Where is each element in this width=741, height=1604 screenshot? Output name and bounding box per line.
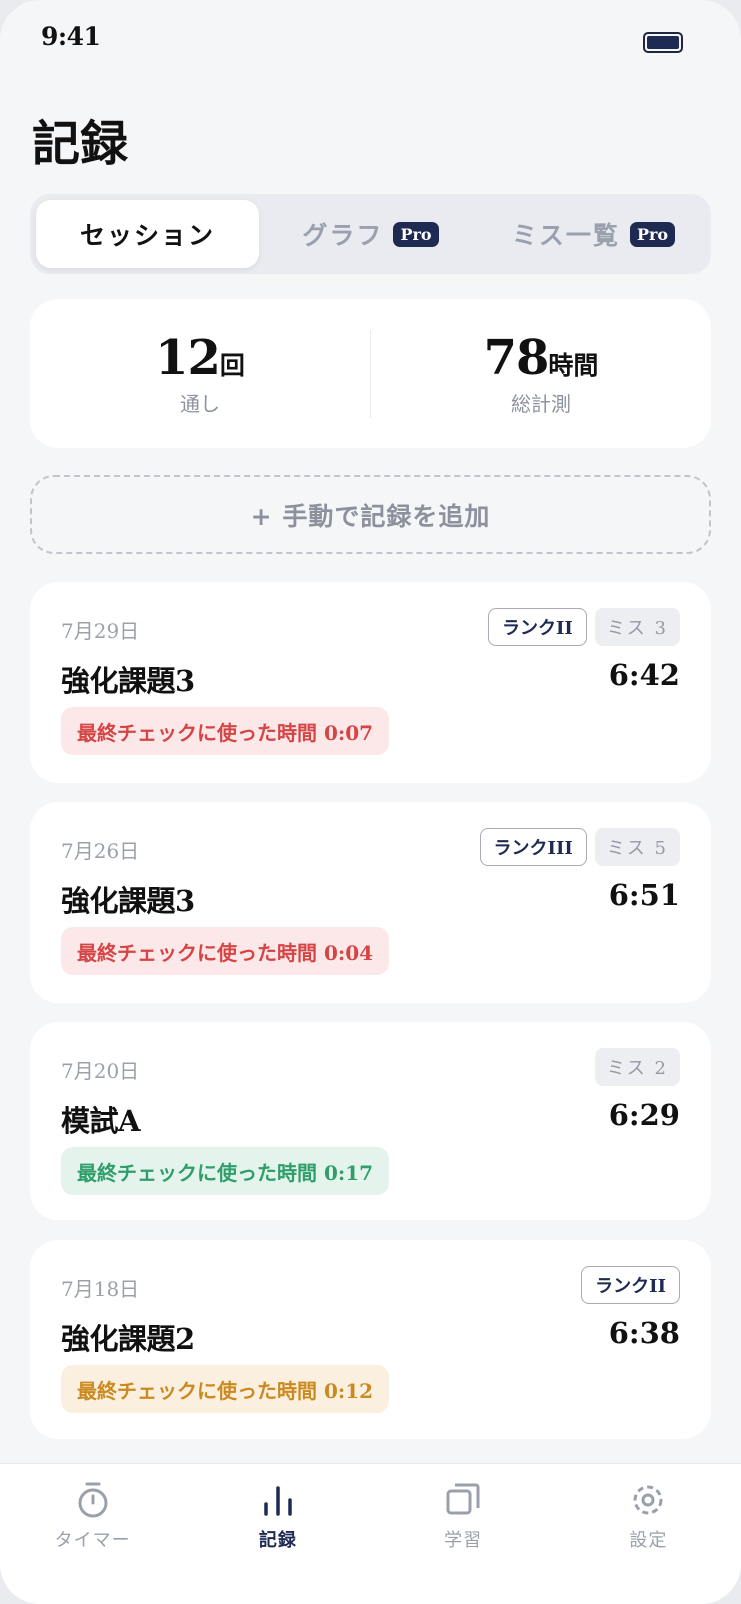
- final-check-chip: 最終チェックに使った時間 0:07: [61, 707, 390, 755]
- cards-icon: [446, 1483, 480, 1515]
- final-check-chip: 最終チェックに使った時間 0:04: [61, 927, 390, 975]
- bottom-tab-bar: タイマー 記録 学習 設定: [0, 1463, 741, 1604]
- stat-total: 78 時間 総計測: [371, 330, 711, 417]
- rank-badge: ランクII: [581, 1266, 680, 1304]
- battery-icon: [643, 32, 683, 53]
- session-time: 6:38: [608, 1316, 680, 1350]
- tabbar-study[interactable]: 学習: [371, 1464, 556, 1604]
- tab-mistakes[interactable]: ミス一覧 Pro: [482, 200, 705, 268]
- status-time: 9:41: [41, 22, 101, 51]
- session-name: 強化課題3: [61, 884, 195, 918]
- tab-graph[interactable]: グラフ Pro: [259, 200, 482, 268]
- pro-badge: Pro: [393, 221, 439, 247]
- session-time: 6:51: [608, 878, 680, 912]
- session-date: 7月29日: [61, 619, 140, 643]
- miss-badge: ミス 5: [594, 828, 680, 866]
- session-card[interactable]: 7月18日 ランクII 強化課題2 6:38 最終チェックに使った時間 0:12: [30, 1240, 711, 1439]
- tabbar-settings-label: 設定: [629, 1530, 668, 1551]
- tab-sessions[interactable]: セッション: [36, 200, 259, 268]
- tab-mistakes-label: ミス一覧: [511, 221, 620, 250]
- status-bar: 9:41: [41, 22, 683, 62]
- page-title: 記録: [32, 116, 129, 172]
- pro-badge: Pro: [629, 221, 676, 247]
- stat-runs-unit: 回: [219, 351, 245, 380]
- session-time: 6:42: [608, 658, 680, 692]
- session-card[interactable]: 7月20日 ミス 2 模試A 6:29 最終チェックに使った時間 0:17: [30, 1022, 711, 1220]
- session-card[interactable]: 7月26日 ランクIII ミス 5 強化課題3 6:51 最終チェックに使った時…: [30, 802, 711, 1003]
- stat-runs-label: 通し: [180, 392, 220, 416]
- tabbar-timer-label: タイマー: [54, 1530, 131, 1551]
- segmented-control: セッション グラフ Pro ミス一覧 Pro: [30, 194, 711, 274]
- stat-total-label: 総計測: [511, 392, 571, 416]
- session-name: 強化課題2: [61, 1322, 195, 1356]
- rank-badge: ランクIII: [479, 828, 587, 866]
- stopwatch-icon: [78, 1482, 108, 1518]
- tabbar-records[interactable]: 記録: [185, 1464, 370, 1604]
- stat-total-unit: 時間: [548, 351, 599, 380]
- session-name: 強化課題3: [61, 664, 195, 698]
- session-date: 7月26日: [61, 839, 140, 863]
- tab-graph-label: グラフ: [302, 221, 384, 250]
- final-check-chip: 最終チェックに使った時間 0:17: [61, 1147, 390, 1195]
- session-date: 7月18日: [61, 1277, 140, 1301]
- miss-badge: ミス 2: [594, 1048, 680, 1086]
- add-manual-record-button[interactable]: + 手動で記録を追加: [30, 475, 711, 554]
- session-date: 7月20日: [61, 1059, 140, 1083]
- gear-icon: [633, 1485, 663, 1515]
- rank-badge: ランクII: [487, 608, 587, 646]
- stat-runs: 12 回 通し: [30, 330, 370, 417]
- stat-total-value: 78: [483, 330, 550, 386]
- app-screen: 9:41 記録 セッション グラフ Pro ミス一覧 Pro 12 回 通し 7…: [0, 0, 741, 1604]
- tabbar-settings[interactable]: 設定: [556, 1464, 741, 1604]
- session-card[interactable]: 7月29日 ランクII ミス 3 強化課題3 6:42 最終チェックに使った時間…: [30, 582, 711, 783]
- tabbar-study-label: 学習: [444, 1530, 483, 1551]
- bar-chart-icon: [264, 1486, 292, 1516]
- session-time: 6:29: [608, 1098, 680, 1132]
- stat-runs-value: 12: [155, 330, 221, 386]
- final-check-chip: 最終チェックに使った時間 0:12: [61, 1365, 390, 1413]
- miss-badge: ミス 3: [594, 608, 680, 646]
- session-name: 模試A: [61, 1104, 141, 1138]
- stats-card: 12 回 通し 78 時間 総計測: [30, 299, 711, 448]
- tab-sessions-label: セッション: [79, 221, 215, 250]
- tabbar-records-label: 記録: [258, 1530, 297, 1551]
- tabbar-timer[interactable]: タイマー: [0, 1464, 185, 1604]
